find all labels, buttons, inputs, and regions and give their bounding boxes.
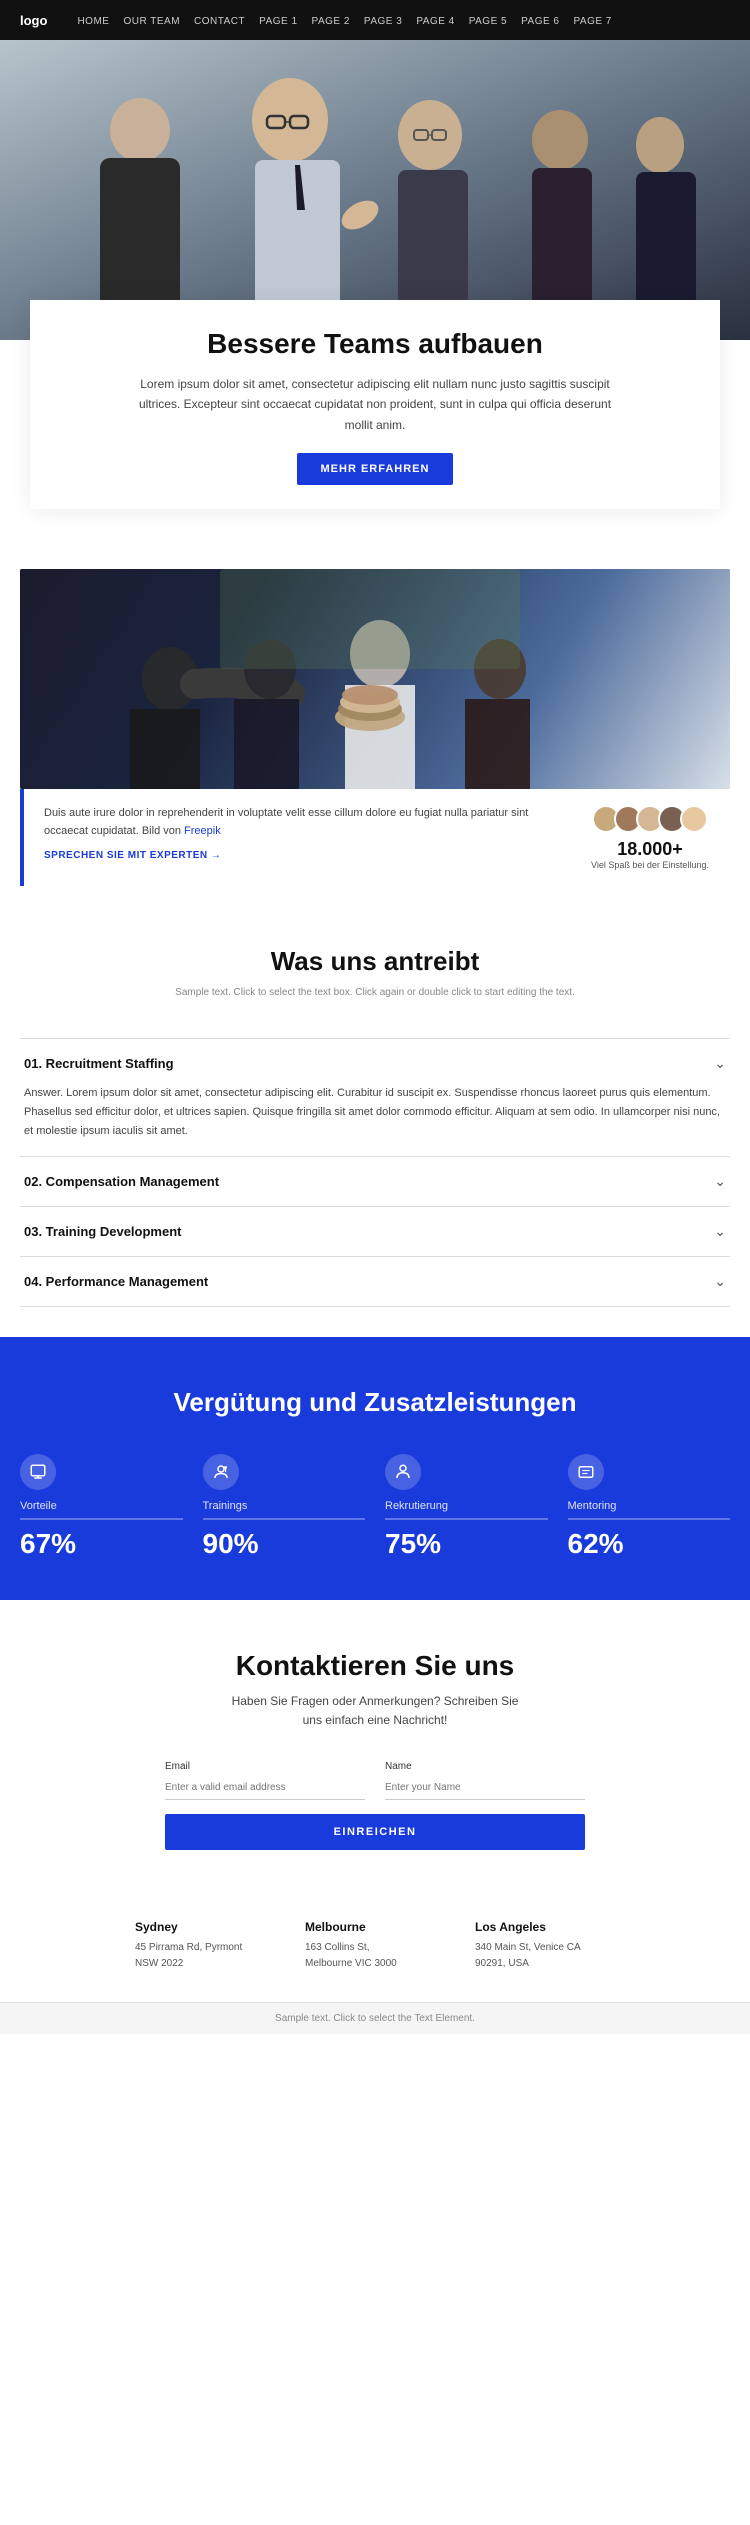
nav-page3[interactable]: PAGE 3	[364, 16, 402, 27]
benefit-icon-mentoring	[568, 1454, 604, 1490]
nav-page2[interactable]: PAGE 2	[312, 16, 350, 27]
accordion-title-4: 04. Performance Management	[24, 1274, 208, 1289]
office-address-melbourne: 163 Collins St,Melbourne VIC 3000	[305, 1940, 445, 1972]
benefit-percent-rekrutierung: 75%	[385, 1528, 441, 1560]
hero-card: Bessere Teams aufbauen Lorem ipsum dolor…	[30, 300, 720, 509]
office-sydney: Sydney 45 Pirrama Rd, PyrmontNSW 2022	[135, 1920, 275, 1972]
nav-contact[interactable]: CONTACT	[194, 16, 245, 27]
benefits-grid: Vorteile 67% Trainings 90%	[20, 1454, 730, 1560]
accordion-title-3: 03. Training Development	[24, 1224, 182, 1239]
avatar-row	[592, 805, 708, 833]
email-input[interactable]	[165, 1776, 365, 1800]
hero-image	[0, 40, 750, 340]
nav-page1[interactable]: PAGE 1	[259, 16, 297, 27]
nav-links: HOME OUR TEAM CONTACT PAGE 1 PAGE 2 PAGE…	[77, 11, 611, 29]
navbar: logo HOME OUR TEAM CONTACT PAGE 1 PAGE 2…	[0, 0, 750, 40]
stats-label: Viel Spaß bei der Einstellung.	[591, 860, 709, 870]
was-sample-text: Sample text. Click to select the text bo…	[20, 987, 730, 998]
name-group: Name	[385, 1761, 585, 1800]
nav-home[interactable]: HOME	[77, 16, 109, 27]
benefit-label-rekrutierung: Rekrutierung	[385, 1500, 448, 1512]
benefit-label-vorteile: Vorteile	[20, 1500, 57, 1512]
benefit-icon-trainings	[203, 1454, 239, 1490]
accordion: 01. Recruitment Staffing ⌄ Answer. Lorem…	[20, 1038, 730, 1307]
accordion-title-1: 01. Recruitment Staffing	[24, 1056, 174, 1071]
stats-right: 18.000+ Viel Spaß bei der Einstellung.	[590, 805, 710, 870]
nav-page6[interactable]: PAGE 6	[521, 16, 559, 27]
footer-note: Sample text. Click to select the Text El…	[0, 2002, 750, 2034]
chevron-down-icon: ⌄	[714, 1273, 726, 1290]
contact-title: Kontaktieren Sie uns	[40, 1650, 710, 1682]
was-title: Was uns antreibt	[20, 946, 730, 977]
email-label: Email	[165, 1761, 365, 1772]
was-section: Was uns antreibt Sample text. Click to s…	[0, 906, 750, 1038]
accordion-body-1: Answer. Lorem ipsum dolor sit amet, cons…	[24, 1072, 726, 1140]
benefit-label-trainings: Trainings	[203, 1500, 248, 1512]
teamwork-section	[20, 569, 730, 789]
logo: logo	[20, 13, 47, 28]
office-city-melbourne: Melbourne	[305, 1920, 445, 1934]
benefits-section: Vergütung und Zusatzleistungen Vorteile …	[0, 1337, 750, 1600]
hero-description: Lorem ipsum dolor sit amet, consectetur …	[125, 374, 625, 435]
accordion-header-2[interactable]: 02. Compensation Management ⌄	[24, 1173, 726, 1190]
accordion-title-2: 02. Compensation Management	[24, 1174, 219, 1189]
benefit-percent-mentoring: 62%	[568, 1528, 624, 1560]
benefit-divider	[385, 1518, 548, 1520]
office-city-sydney: Sydney	[135, 1920, 275, 1934]
form-row: Email Name	[165, 1761, 585, 1800]
submit-button[interactable]: EINREICHEN	[165, 1814, 585, 1850]
benefit-divider	[203, 1518, 366, 1520]
freepik-link[interactable]: Freepik	[184, 825, 221, 837]
nav-our-team[interactable]: OUR TEAM	[123, 16, 180, 27]
accordion-item-4: 04. Performance Management ⌄	[20, 1256, 730, 1307]
benefit-item-rekrutierung: Rekrutierung 75%	[385, 1454, 548, 1560]
hero-title: Bessere Teams aufbauen	[70, 328, 680, 360]
benefits-title: Vergütung und Zusatzleistungen	[20, 1387, 730, 1418]
chevron-down-icon: ⌄	[714, 1223, 726, 1240]
stats-row: Duis aute irure dolor in reprehenderit i…	[20, 789, 730, 886]
email-group: Email	[165, 1761, 365, 1800]
office-melbourne: Melbourne 163 Collins St,Melbourne VIC 3…	[305, 1920, 445, 1972]
avatar	[680, 805, 708, 833]
benefit-item-trainings: Trainings 90%	[203, 1454, 366, 1560]
hero-cta-button[interactable]: MEHR ERFAHREN	[297, 453, 454, 485]
accordion-item-1: 01. Recruitment Staffing ⌄ Answer. Lorem…	[20, 1038, 730, 1156]
name-label: Name	[385, 1761, 585, 1772]
benefit-icon-vorteile	[20, 1454, 56, 1490]
benefit-item-vorteile: Vorteile 67%	[20, 1454, 183, 1560]
nav-page5[interactable]: PAGE 5	[469, 16, 507, 27]
contact-subtitle: Haben Sie Fragen oder Anmerkungen? Schre…	[225, 1692, 525, 1730]
office-los-angeles: Los Angeles 340 Main St, Venice CA90291,…	[475, 1920, 615, 1972]
stats-number: 18.000+	[617, 839, 683, 860]
accordion-header-1[interactable]: 01. Recruitment Staffing ⌄	[24, 1055, 726, 1072]
nav-page7[interactable]: PAGE 7	[573, 16, 611, 27]
name-input[interactable]	[385, 1776, 585, 1800]
chevron-up-icon: ⌄	[714, 1055, 726, 1072]
accordion-header-3[interactable]: 03. Training Development ⌄	[24, 1223, 726, 1240]
benefit-icon-rekrutierung	[385, 1454, 421, 1490]
office-city-la: Los Angeles	[475, 1920, 615, 1934]
benefit-item-mentoring: Mentoring 62%	[568, 1454, 731, 1560]
chevron-down-icon: ⌄	[714, 1173, 726, 1190]
office-address-sydney: 45 Pirrama Rd, PyrmontNSW 2022	[135, 1940, 275, 1972]
contact-section: Kontaktieren Sie uns Haben Sie Fragen od…	[0, 1600, 750, 1889]
contact-form: Email Name EINREICHEN	[165, 1761, 585, 1850]
offices-section: Sydney 45 Pirrama Rd, PyrmontNSW 2022 Me…	[0, 1890, 750, 2002]
stats-text: Duis aute irure dolor in reprehenderit i…	[44, 805, 590, 864]
benefit-divider	[20, 1518, 183, 1520]
nav-page4[interactable]: PAGE 4	[416, 16, 454, 27]
accordion-item-2: 02. Compensation Management ⌄	[20, 1156, 730, 1206]
teamwork-image	[20, 569, 730, 789]
benefit-divider	[568, 1518, 731, 1520]
experts-link[interactable]: SPRECHEN SIE MIT EXPERTEN →	[44, 848, 570, 864]
office-address-la: 340 Main St, Venice CA90291, USA	[475, 1940, 615, 1972]
benefit-label-mentoring: Mentoring	[568, 1500, 617, 1512]
accordion-header-4[interactable]: 04. Performance Management ⌄	[24, 1273, 726, 1290]
benefit-percent-trainings: 90%	[203, 1528, 259, 1560]
accordion-item-3: 03. Training Development ⌄	[20, 1206, 730, 1256]
benefit-percent-vorteile: 67%	[20, 1528, 76, 1560]
